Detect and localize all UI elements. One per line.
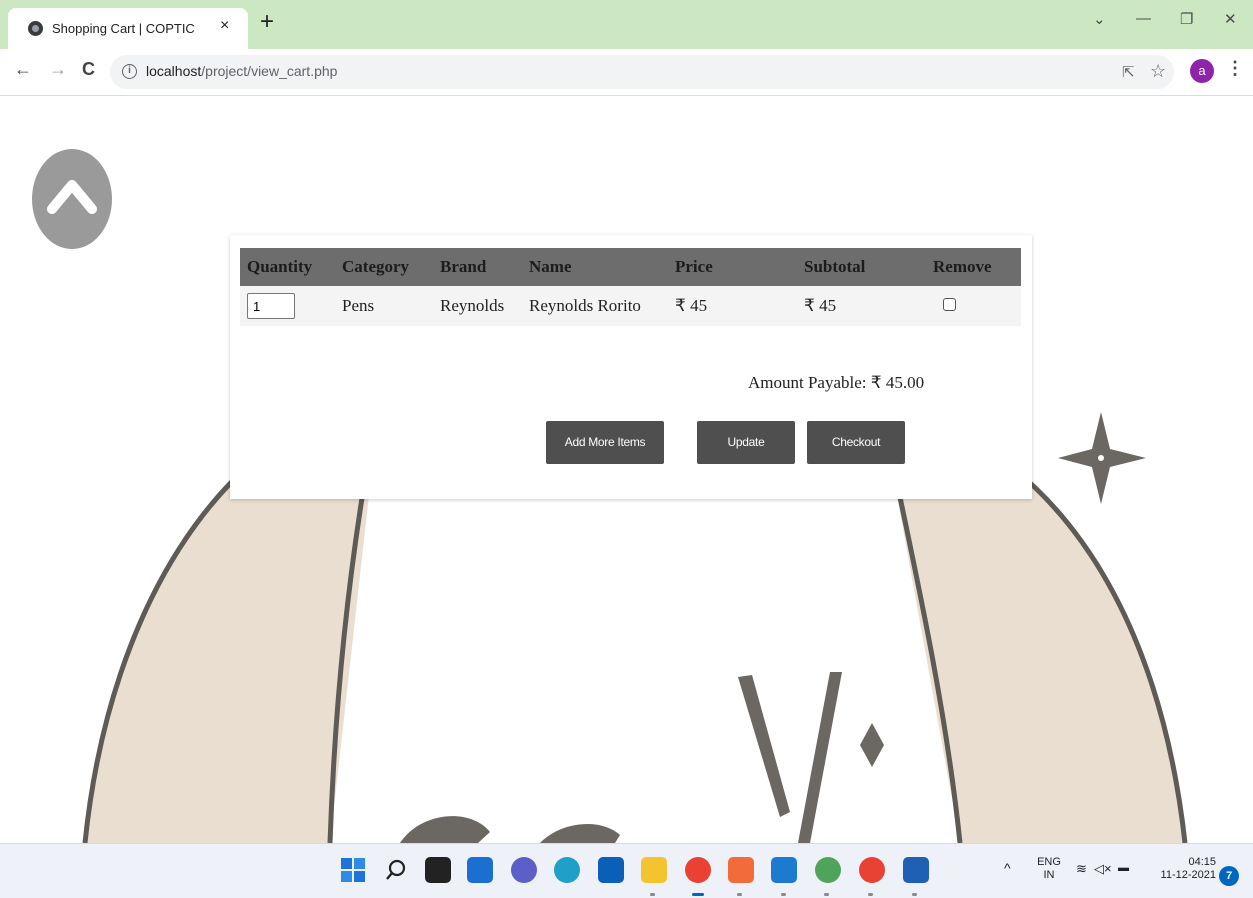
cart-table-header-row: Quantity Category Brand Name Price Subto…	[240, 248, 1021, 286]
brand-cell: Reynolds	[433, 286, 522, 326]
remove-checkbox[interactable]	[943, 298, 956, 311]
notification-badge[interactable]: 7	[1219, 866, 1239, 886]
address-bar[interactable]: i localhost/project/view_cart.php ⇱ ☆	[110, 55, 1174, 89]
running-indicator	[650, 893, 655, 896]
close-tab-icon[interactable]: ×	[220, 17, 229, 35]
back-icon[interactable]: ←	[14, 59, 32, 80]
quantity-cell	[240, 286, 335, 326]
column-header-quantity: Quantity	[240, 248, 335, 286]
running-indicator	[737, 893, 742, 896]
os-taskbar: ^ ENG IN ≋ ◁× ▬ 04:15 11-12-2021 7	[0, 843, 1253, 898]
battery-icon[interactable]: ▬	[1118, 862, 1129, 875]
profile-avatar[interactable]: a	[1190, 59, 1214, 83]
minimize-button[interactable]: —	[1136, 10, 1151, 27]
restore-button[interactable]: ❐	[1180, 10, 1193, 28]
update-button[interactable]: Update	[697, 421, 795, 464]
column-header-subtotal: Subtotal	[797, 248, 926, 286]
share-icon[interactable]: ⇱	[1122, 63, 1135, 81]
chat-icon[interactable]	[511, 857, 537, 883]
page-content: Quantity Category Brand Name Price Subto…	[0, 97, 1253, 843]
kebab-menu-icon[interactable]: ⋮	[1226, 58, 1244, 79]
store-icon[interactable]	[598, 857, 624, 883]
category-cell: Pens	[335, 286, 433, 326]
windows-start-icon[interactable]	[340, 857, 366, 883]
site-favicon-icon	[28, 21, 43, 36]
search-icon[interactable]	[383, 857, 409, 883]
chrome-profile-a-icon[interactable]	[685, 857, 711, 883]
scroll-to-top-button[interactable]	[32, 149, 112, 249]
info-icon[interactable]: i	[122, 64, 137, 79]
column-header-name: Name	[522, 248, 668, 286]
active-indicator	[692, 893, 704, 896]
running-indicator	[781, 893, 786, 896]
checkout-button[interactable]: Checkout	[807, 421, 905, 464]
name-cell: Reynolds Rorito	[522, 286, 668, 326]
running-indicator	[868, 893, 873, 896]
new-tab-button[interactable]: +	[260, 10, 274, 34]
file-explorer-icon[interactable]	[641, 857, 667, 883]
reload-icon[interactable]: C	[82, 59, 95, 80]
word-icon[interactable]	[903, 857, 929, 883]
show-hidden-icons-chevron-icon[interactable]: ^	[1004, 861, 1011, 875]
tab-search-chevron-icon[interactable]: ⌄	[1093, 10, 1106, 28]
running-indicator	[824, 893, 829, 896]
running-indicator	[912, 893, 917, 896]
column-header-remove: Remove	[926, 248, 1021, 286]
xampp-icon[interactable]	[728, 857, 754, 883]
close-window-button[interactable]: ✕	[1224, 10, 1237, 28]
browser-tab-strip: Shopping Cart | COPTIC × + ⌄ — ❐ ✕	[0, 0, 1253, 49]
cart-panel: Quantity Category Brand Name Price Subto…	[230, 235, 1032, 499]
tab-title: Shopping Cart | COPTIC	[52, 21, 195, 36]
volume-muted-icon[interactable]: ◁×	[1094, 862, 1112, 875]
chevron-up-icon	[47, 180, 97, 214]
clock[interactable]: 04:15 11-12-2021	[1160, 856, 1216, 882]
edge-browser-icon[interactable]	[554, 857, 580, 883]
cart-table: Quantity Category Brand Name Price Subto…	[240, 248, 1021, 326]
quantity-input[interactable]	[247, 293, 295, 319]
language-indicator[interactable]: ENG IN	[1036, 856, 1062, 882]
remove-cell	[926, 286, 1021, 326]
star-icon[interactable]: ☆	[1150, 61, 1166, 82]
chrome-profile-b-icon[interactable]	[859, 857, 885, 883]
column-header-price: Price	[668, 248, 797, 286]
task-view-icon[interactable]	[425, 857, 451, 883]
table-row: Pens Reynolds Reynolds Rorito ₹ 45 ₹ 45	[240, 286, 1021, 326]
column-header-category: Category	[335, 248, 433, 286]
add-more-items-button[interactable]: Add More Items	[546, 421, 664, 464]
url-text[interactable]: localhost/project/view_cart.php	[146, 63, 337, 79]
forward-icon[interactable]: →	[49, 59, 67, 80]
price-cell: ₹ 45	[668, 286, 797, 326]
amount-payable: Amount Payable: ₹ 45.00	[748, 373, 925, 392]
column-header-brand: Brand	[433, 248, 522, 286]
vscode-icon[interactable]	[771, 857, 797, 883]
photos-icon[interactable]	[815, 857, 841, 883]
subtotal-cell: ₹ 45	[797, 286, 926, 326]
widgets-icon[interactable]	[467, 857, 493, 883]
wifi-icon[interactable]: ≋	[1076, 862, 1087, 875]
browser-tab[interactable]: Shopping Cart | COPTIC ×	[8, 8, 248, 49]
browser-toolbar: ← → C i localhost/project/view_cart.php …	[0, 49, 1253, 96]
